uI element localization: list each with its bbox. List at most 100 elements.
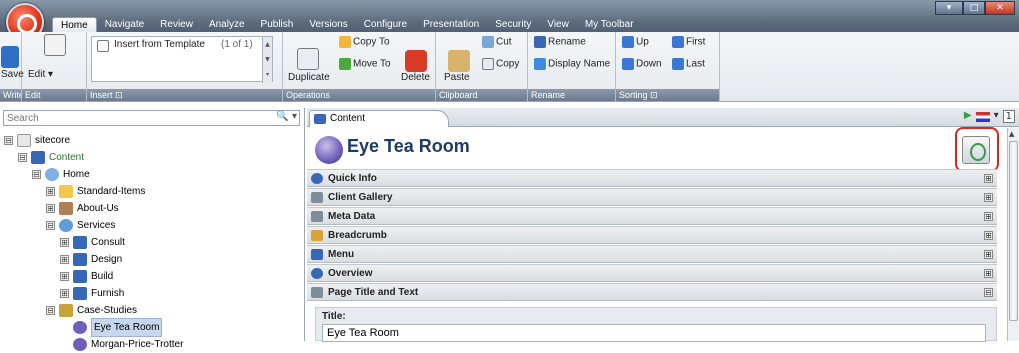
save-button[interactable]: Save	[1, 69, 24, 80]
tab-versions[interactable]: Versions	[301, 17, 355, 32]
delete-button[interactable]: Delete	[401, 72, 430, 83]
version-selector[interactable]: 1	[1002, 110, 1015, 123]
tab-my-toolbar[interactable]: My Toolbar	[577, 17, 642, 32]
language-flag-icon[interactable]	[975, 112, 990, 122]
copy-button[interactable]: Copy	[482, 58, 519, 70]
tree-node[interactable]: ⊟ Case-Studies	[46, 302, 137, 319]
section-menu[interactable]: Menu ⊞	[307, 245, 997, 263]
group-label: Rename	[528, 89, 615, 101]
maximize-button[interactable]: □	[963, 1, 985, 15]
expand-icon[interactable]: ⊞	[984, 212, 993, 221]
tree-node[interactable]: ⊞ About-Us	[46, 200, 119, 217]
person-icon	[59, 202, 73, 215]
tab-presentation[interactable]: Presentation	[415, 17, 487, 32]
tab-publish[interactable]: Publish	[253, 17, 302, 32]
scroll-thumb[interactable]	[1009, 141, 1018, 321]
navigate-icon[interactable]: ▶	[964, 110, 972, 123]
tree-node[interactable]: ⊞ Build	[60, 268, 113, 285]
tree-node[interactable]: ⊟ Services	[46, 217, 115, 234]
editor-scrollbar[interactable]: ▲	[1007, 128, 1019, 341]
arrow-down-icon	[622, 58, 634, 70]
search-input[interactable]	[4, 111, 254, 125]
tree-node[interactable]: ⊞ Furnish	[60, 285, 124, 302]
tree-node[interactable]: Morgan-Price-Trotter	[73, 336, 183, 353]
first-button[interactable]: First	[672, 36, 705, 48]
tree-node[interactable]: ⊞ Standard-Items	[46, 183, 145, 200]
collapse-icon[interactable]: ⊟	[46, 221, 55, 230]
tree-node[interactable]: ⊟ Content	[18, 149, 84, 166]
section-meta-data[interactable]: Meta Data ⊞	[307, 207, 997, 225]
tree-node[interactable]: ⊞ Consult	[60, 234, 125, 251]
collapse-icon[interactable]: ⊟	[32, 170, 41, 179]
tab-analyze[interactable]: Analyze	[201, 17, 253, 32]
up-button[interactable]: Up	[622, 36, 649, 48]
collapse-icon[interactable]: ⊟	[46, 306, 55, 315]
group-clipboard: Paste Cut Copy Clipboard	[436, 32, 528, 101]
edit-button[interactable]: Edit ▾	[28, 69, 53, 80]
ribbon: Save Write Edit ▾ Edit Insert from Templ…	[0, 32, 1019, 102]
tree-node-label: Eye Tea Room	[91, 318, 163, 337]
tab-content[interactable]: Content	[309, 110, 449, 127]
paste-button[interactable]: Paste	[444, 72, 470, 83]
section-breadcrumb[interactable]: Breadcrumb ⊞	[307, 226, 997, 244]
expand-icon[interactable]: ⊞	[46, 204, 55, 213]
tab-home[interactable]: Home	[52, 17, 97, 32]
insert-from-template[interactable]: Insert from Template	[114, 39, 205, 50]
template-icon	[97, 40, 109, 52]
insert-gallery[interactable]: Insert from Template (1 of 1) ▲ ▼ ▾	[91, 36, 273, 83]
search-icon[interactable]: 🔍 ▾	[276, 111, 297, 122]
tree-node[interactable]: ⊞ Design	[60, 251, 122, 268]
item-icon	[315, 136, 343, 164]
tab-navigate[interactable]: Navigate	[97, 17, 152, 32]
group-sorting: Up Down First Last Sorting ⊡	[616, 32, 720, 101]
scroll-up-icon[interactable]: ▲	[1009, 130, 1014, 138]
expand-icon[interactable]: ⊞	[60, 238, 69, 247]
expand-icon[interactable]: ⊞	[984, 231, 993, 240]
tab-review[interactable]: Review	[152, 17, 201, 32]
search-box[interactable]: 🔍 ▾	[3, 110, 300, 126]
copy-to-icon	[339, 36, 351, 48]
group-label: Edit	[22, 89, 86, 101]
section-label: Client Gallery	[328, 192, 393, 203]
close-button[interactable]: ✕	[985, 1, 1015, 15]
expand-icon[interactable]: ⊞	[984, 250, 993, 259]
expand-icon[interactable]: ⊞	[60, 255, 69, 264]
copy-to-button[interactable]: Copy To	[339, 36, 390, 48]
move-to-button[interactable]: Move To	[339, 58, 391, 70]
language-dropdown[interactable]: ▾	[994, 110, 999, 123]
ribbon-tabs: Home Navigate Review Analyze Publish Ver…	[52, 17, 642, 32]
collapse-icon[interactable]: ⊟	[4, 136, 13, 145]
collapse-icon[interactable]: ⊟	[984, 288, 993, 297]
save-icon	[1, 46, 19, 68]
duplicate-button[interactable]: Duplicate	[288, 72, 330, 83]
last-button[interactable]: Last	[672, 58, 705, 70]
expand-icon[interactable]: ⊞	[984, 174, 993, 183]
tree-node[interactable]: ⊟ sitecore	[4, 132, 70, 149]
gallery-scrollbar[interactable]: ▲ ▼ ▾	[262, 37, 272, 83]
gallery-counter: (1 of 1)	[221, 39, 253, 50]
tree-node-label: Content	[49, 152, 85, 163]
section-page-title-and-text[interactable]: Page Title and Text ⊟	[307, 283, 997, 301]
content-tree-panel: 🔍 ▾ ⊟ sitecore ⊟ Content ⊟ Home ⊞ Standard-I…	[0, 108, 305, 351]
expand-icon[interactable]: ⊞	[60, 272, 69, 281]
rename-button[interactable]: Rename	[534, 36, 586, 48]
section-overview[interactable]: Overview ⊞	[307, 264, 997, 282]
tab-configure[interactable]: Configure	[356, 17, 415, 32]
tree-node-selected[interactable]: Eye Tea Room	[73, 318, 163, 337]
minimize-button[interactable]: ▾	[935, 1, 963, 15]
section-quick-info[interactable]: Quick Info ⊞	[307, 169, 997, 187]
expand-icon[interactable]: ⊞	[60, 289, 69, 298]
display-name-button[interactable]: Display Name	[534, 58, 610, 70]
group-label: Insert ⊡	[87, 89, 282, 101]
expand-icon[interactable]: ⊞	[984, 269, 993, 278]
collapse-icon[interactable]: ⊟	[18, 153, 27, 162]
expand-icon[interactable]: ⊞	[984, 193, 993, 202]
tree-node[interactable]: ⊟ Home	[32, 166, 90, 183]
cut-button[interactable]: Cut	[482, 36, 512, 48]
tab-security[interactable]: Security	[487, 17, 539, 32]
section-client-gallery[interactable]: Client Gallery ⊞	[307, 188, 997, 206]
expand-icon[interactable]: ⊞	[46, 187, 55, 196]
title-input[interactable]: Eye Tea Room	[322, 324, 986, 342]
tab-view[interactable]: View	[539, 17, 577, 32]
down-button[interactable]: Down	[622, 58, 662, 70]
